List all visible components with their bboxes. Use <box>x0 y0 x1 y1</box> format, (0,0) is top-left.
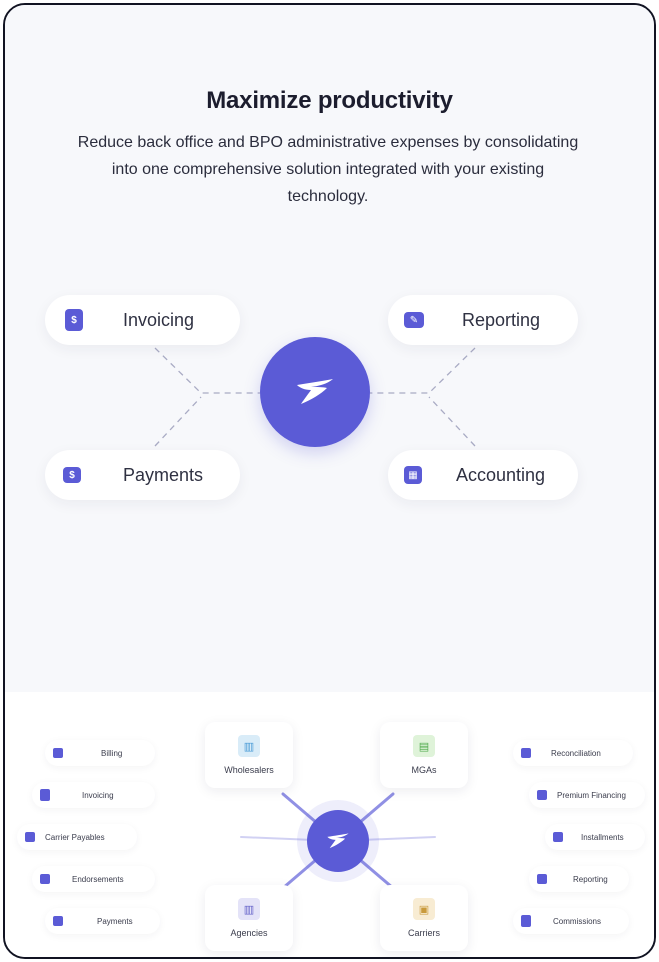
report-edit-icon: ✎ <box>404 312 424 328</box>
left-feature-payments: Payments <box>45 908 160 934</box>
commission-icon <box>521 915 531 927</box>
left-feature-carrier-payables: Carrier Payables <box>17 824 137 850</box>
page-frame: Maximize productivity Reduce back office… <box>3 3 656 959</box>
connector-invoicing <box>154 347 260 394</box>
connector-payments <box>154 396 202 447</box>
right-feature-premium-financing: Premium Financing <box>529 782 645 808</box>
right-feature-reporting: Reporting <box>529 866 629 892</box>
financing-icon <box>537 790 547 800</box>
party-label: Carriers <box>407 928 440 938</box>
productivity-section: Maximize productivity Reduce back office… <box>5 5 654 692</box>
left-feature-billing: Billing <box>45 740 155 766</box>
connector-reporting <box>370 347 476 394</box>
right-feature-reconciliation: Reconciliation <box>513 740 633 766</box>
right-feature-installments: Installments <box>545 824 645 850</box>
feature-label: Payments <box>123 464 204 485</box>
reconciliation-icon <box>521 748 531 758</box>
feature-label: Billing <box>101 748 123 758</box>
party-agencies: ▥ Agencies <box>205 885 293 951</box>
party-label: Agencies <box>230 928 268 938</box>
right-feature-commissions: Commissions <box>513 908 629 934</box>
party-mgas: ▤ MGAs <box>380 722 468 788</box>
left-feature-endorsements: Endorsements <box>32 866 155 892</box>
company-icon: ▥ <box>238 898 260 920</box>
payment-icon <box>53 916 63 926</box>
platform-hub-logo <box>260 337 370 447</box>
wing-logo-icon <box>327 833 349 849</box>
left-feature-invoicing: Invoicing <box>32 782 155 808</box>
calculator-icon: ▦ <box>404 466 422 484</box>
bank-icon: ▣ <box>413 898 435 920</box>
installments-icon <box>553 832 563 842</box>
feature-label: Invoicing <box>82 790 114 800</box>
party-wholesalers: ▥ Wholesalers <box>205 722 293 788</box>
billing-icon <box>53 748 63 758</box>
feature-label: Commissions <box>553 916 602 926</box>
connector-accounting <box>428 396 476 447</box>
feature-invoicing: $ Invoicing <box>45 295 240 345</box>
feature-payments: $ Payments <box>45 450 240 500</box>
feature-label: Accounting <box>456 464 546 485</box>
party-carriers: ▣ Carriers <box>380 885 468 951</box>
feature-label: Payments <box>97 916 133 926</box>
feature-label: Reporting <box>573 874 608 884</box>
feature-label: Invoicing <box>123 309 195 330</box>
office-icon: ▤ <box>413 735 435 757</box>
invoice-icon <box>40 789 50 801</box>
building-icon: ▥ <box>238 735 260 757</box>
payment-icon: $ <box>63 467 81 483</box>
feature-label: Installments <box>581 832 624 842</box>
feature-label: Reporting <box>462 309 541 330</box>
feature-accounting: ▦ Accounting <box>388 450 578 500</box>
endorsement-icon <box>40 874 50 884</box>
party-label: MGAs <box>411 765 437 775</box>
feature-label: Reconciliation <box>551 748 601 758</box>
party-label: Wholesalers <box>224 765 274 775</box>
platform-hub-logo-small <box>307 810 369 872</box>
payables-icon <box>25 832 35 842</box>
wing-logo-icon <box>297 379 333 404</box>
feature-reporting: ✎ Reporting <box>388 295 578 345</box>
ecosystem-section: ▥ Wholesalers ▤ MGAs ▥ Agencies ▣ Carrie… <box>5 692 654 957</box>
invoice-icon: $ <box>65 309 83 331</box>
feature-label: Endorsements <box>72 874 124 884</box>
feature-label: Premium Financing <box>557 790 626 800</box>
report-edit-icon <box>537 874 547 884</box>
feature-label: Carrier Payables <box>45 832 105 842</box>
